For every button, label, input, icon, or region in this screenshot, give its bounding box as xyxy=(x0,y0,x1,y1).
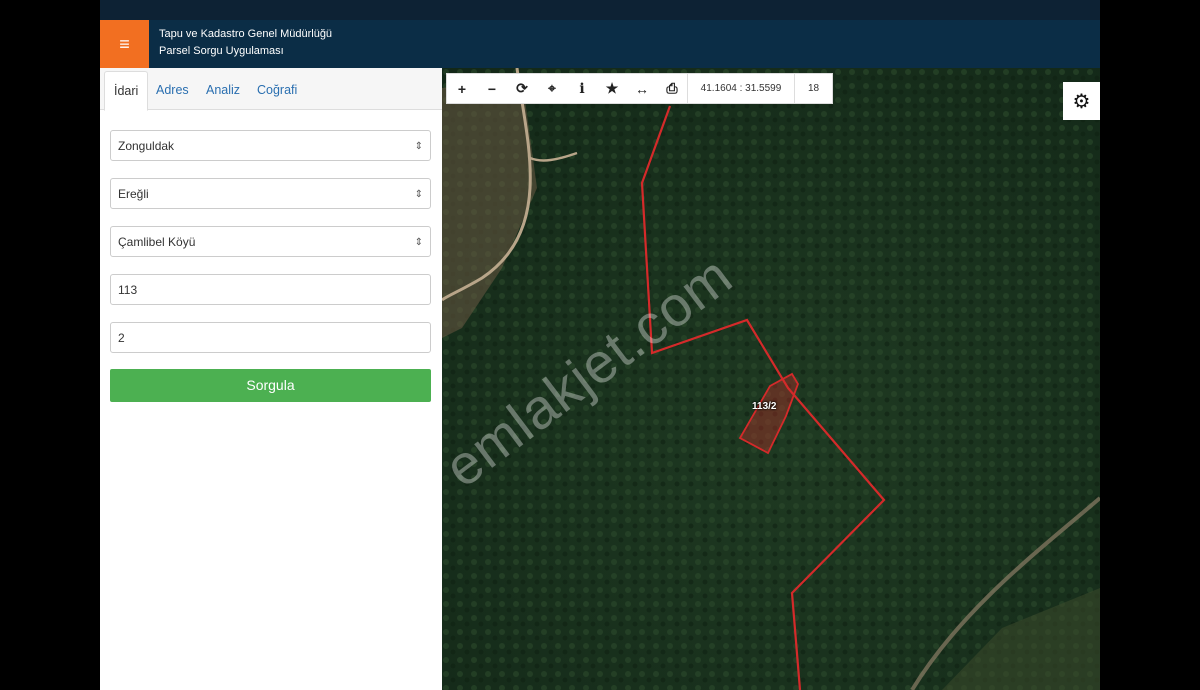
app-window: ≡ Tapu ve Kadastro Genel Müdürlüğü Parse… xyxy=(100,0,1100,690)
map-toolbar: + − ⟳ ⌖ i ★ ↔ ⎙ 41.1604 : 31.5599 18 xyxy=(446,73,833,104)
tab-adres[interactable]: Adres xyxy=(156,71,189,109)
info-icon[interactable]: i xyxy=(567,74,597,103)
measure-icon[interactable]: ↔ xyxy=(627,74,657,103)
parcel-label: 113/2 xyxy=(752,401,777,412)
zoom-level: 18 xyxy=(807,83,820,94)
coordinates-readout: 41.1604 : 31.5599 xyxy=(687,74,795,103)
hamburger-icon: ≡ xyxy=(119,33,130,54)
settings-button[interactable]: ⚙ xyxy=(1063,82,1100,120)
tab-idari[interactable]: İdari xyxy=(104,71,149,111)
select-arrows-icon: ⇕ xyxy=(414,237,423,248)
province-select[interactable]: Zonguldak ⇕ xyxy=(110,130,431,161)
print-icon[interactable]: ⎙ xyxy=(657,74,687,103)
tab-bar: İdari Adres Analiz Coğrafi xyxy=(100,68,442,111)
locate-icon[interactable]: ⌖ xyxy=(537,74,567,103)
plus-icon[interactable]: + xyxy=(447,74,477,103)
minus-icon[interactable]: − xyxy=(477,74,507,103)
tab-cografi[interactable]: Coğrafi xyxy=(257,71,297,109)
select-arrows-icon: ⇕ xyxy=(414,141,423,152)
menu-button[interactable]: ≡ xyxy=(100,20,149,68)
parcel-value: 2 xyxy=(118,331,125,345)
refresh-icon[interactable]: ⟳ xyxy=(507,74,537,103)
district-value: Ereğli xyxy=(118,187,149,201)
province-value: Zonguldak xyxy=(118,139,175,153)
parcel-input[interactable]: 2 xyxy=(110,322,431,353)
star-icon[interactable]: ★ xyxy=(597,74,627,103)
app-subtitle: Parsel Sorgu Uygulaması xyxy=(159,45,284,57)
app-header: ≡ Tapu ve Kadastro Genel Müdürlüğü Parse… xyxy=(100,20,1100,68)
app-title: Tapu ve Kadastro Genel Müdürlüğü xyxy=(159,28,333,40)
district-select[interactable]: Ereğli ⇕ xyxy=(110,178,431,209)
gear-icon: ⚙ xyxy=(1072,90,1091,113)
neighborhood-select[interactable]: Çamlibel Köyü ⇕ xyxy=(110,226,431,257)
neighborhood-value: Çamlibel Köyü xyxy=(118,235,196,249)
query-button[interactable]: Sorgula xyxy=(110,369,431,402)
select-arrows-icon: ⇕ xyxy=(414,189,423,200)
satellite-map[interactable]: emlakjet.com 113/2 + − ⟳ ⌖ i ★ ↔ ⎙ 41.16… xyxy=(442,68,1100,690)
block-input[interactable]: 113 xyxy=(110,274,431,305)
query-panel: İdari Adres Analiz Coğrafi Zonguldak ⇕ E… xyxy=(100,68,442,690)
block-value: 113 xyxy=(118,283,138,297)
tab-analiz[interactable]: Analiz xyxy=(206,71,240,109)
top-strip xyxy=(100,0,1100,20)
